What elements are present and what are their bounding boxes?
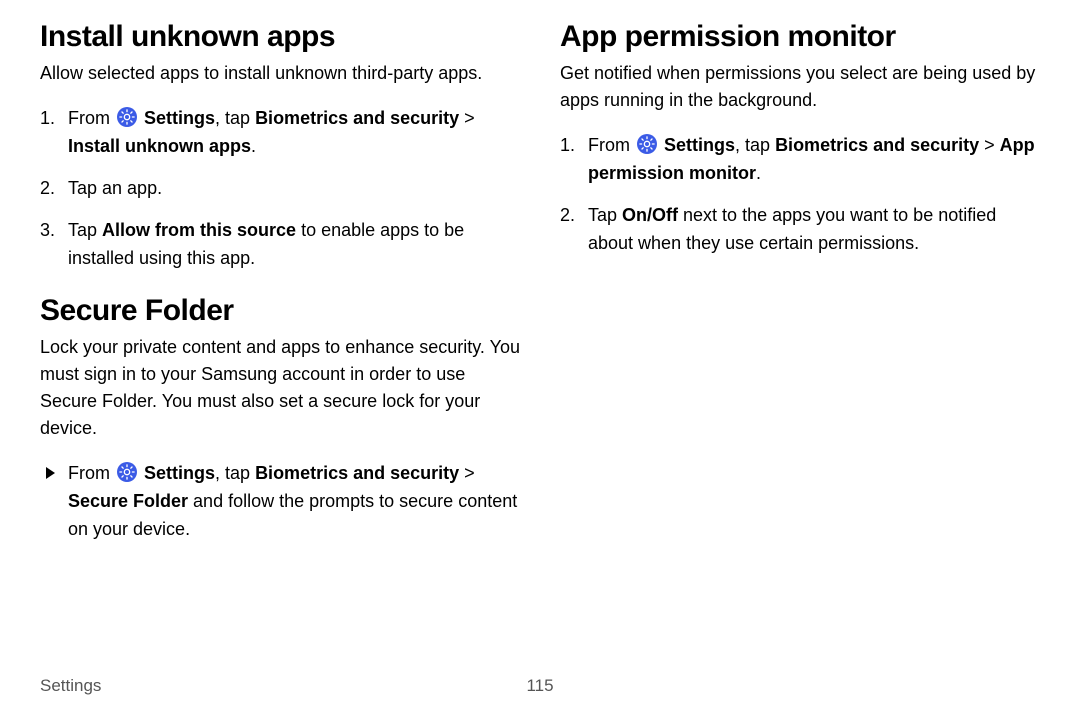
- heading-secure-folder: Secure Folder: [40, 294, 520, 328]
- text: Tap an app.: [68, 178, 162, 198]
- chevron: >: [979, 135, 1000, 155]
- text-bold: Biometrics and security: [255, 108, 459, 128]
- steps-app-permission-monitor: From Settings, tap Biometrics and securi…: [560, 132, 1040, 258]
- text: From: [68, 108, 115, 128]
- text: From: [588, 135, 635, 155]
- text-bold: Settings: [144, 108, 215, 128]
- text: , tap: [735, 135, 775, 155]
- text-bold: Settings: [144, 463, 215, 483]
- step-item: Tap On/Off next to the apps you want to …: [560, 202, 1040, 258]
- step-item: From Settings, tap Biometrics and securi…: [560, 132, 1040, 188]
- chevron: >: [459, 108, 475, 128]
- bullet-item: From Settings, tap Biometrics and securi…: [40, 460, 520, 544]
- heading-app-permission-monitor: App permission monitor: [560, 20, 1040, 54]
- text-bold: On/Off: [622, 205, 678, 225]
- settings-icon: [637, 134, 657, 154]
- intro-install-unknown-apps: Allow selected apps to install unknown t…: [40, 60, 520, 87]
- text-bold: Settings: [664, 135, 735, 155]
- step-item: Tap an app.: [40, 175, 520, 203]
- footer: Settings 115: [40, 676, 1040, 696]
- settings-icon: [117, 462, 137, 482]
- text: , tap: [215, 108, 255, 128]
- footer-section: Settings: [40, 676, 101, 696]
- intro-secure-folder: Lock your private content and apps to en…: [40, 334, 520, 442]
- left-column: Install unknown apps Allow selected apps…: [40, 20, 520, 700]
- text-bold: Biometrics and security: [255, 463, 459, 483]
- intro-app-permission-monitor: Get notified when permissions you select…: [560, 60, 1040, 114]
- text: , tap: [215, 463, 255, 483]
- page: Install unknown apps Allow selected apps…: [0, 0, 1080, 720]
- step-item: From Settings, tap Biometrics and securi…: [40, 105, 520, 161]
- text-bold: Secure Folder: [68, 491, 188, 511]
- bullets-secure-folder: From Settings, tap Biometrics and securi…: [40, 460, 520, 544]
- text: .: [251, 136, 256, 156]
- chevron: >: [459, 463, 475, 483]
- text-bold: Allow from this source: [102, 220, 296, 240]
- steps-install-unknown-apps: From Settings, tap Biometrics and securi…: [40, 105, 520, 272]
- text-bold: Biometrics and security: [775, 135, 979, 155]
- step-item: Tap Allow from this source to enable app…: [40, 217, 520, 273]
- text-bold: Install unknown apps: [68, 136, 251, 156]
- heading-install-unknown-apps: Install unknown apps: [40, 20, 520, 54]
- text: From: [68, 463, 115, 483]
- text: Tap: [68, 220, 102, 240]
- right-column: App permission monitor Get notified when…: [560, 20, 1040, 700]
- text: Tap: [588, 205, 622, 225]
- text: .: [756, 163, 761, 183]
- settings-icon: [117, 107, 137, 127]
- page-number: 115: [526, 676, 553, 696]
